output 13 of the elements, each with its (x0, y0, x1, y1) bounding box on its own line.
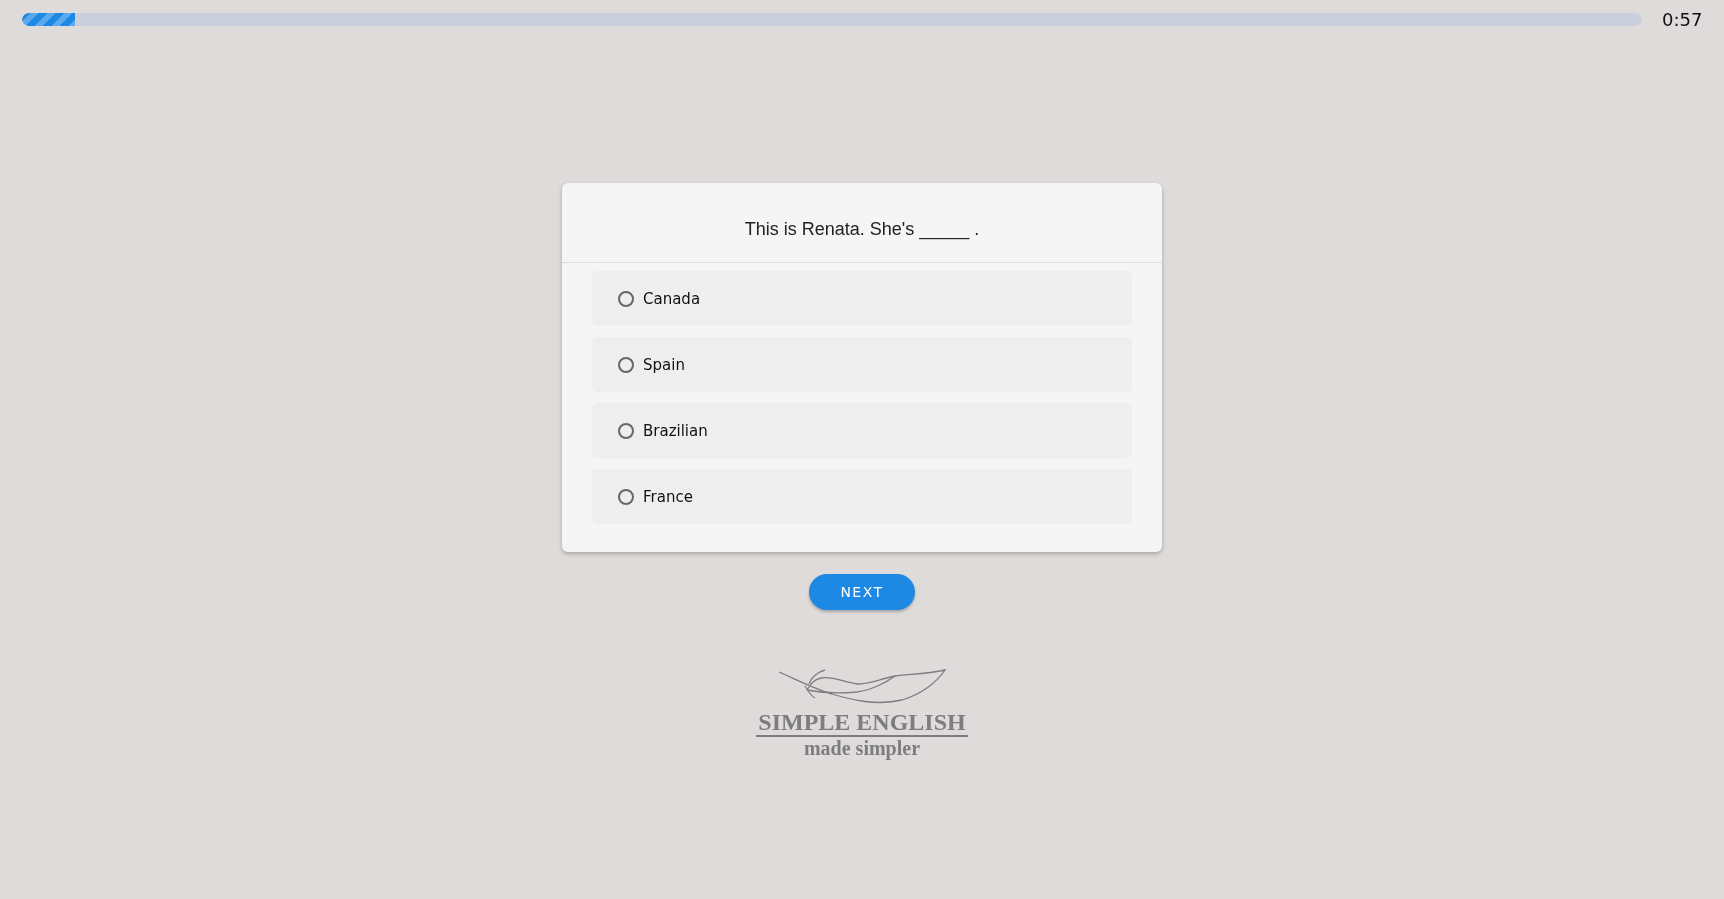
radio-icon (618, 488, 634, 505)
question-text: This is Renata. She's _____ . (562, 183, 1162, 263)
answer-option[interactable]: France (592, 469, 1132, 524)
answer-option[interactable]: Spain (592, 337, 1132, 392)
timer: 0:57 (1662, 9, 1704, 30)
logo-title: SIMPLE ENGLISH (756, 710, 968, 738)
answer-option[interactable]: Brazilian (592, 403, 1132, 458)
next-button[interactable]: NEXT (809, 574, 915, 610)
answer-option[interactable]: Canada (592, 271, 1132, 326)
logo-tagline: made simpler (803, 737, 921, 760)
radio-icon (618, 290, 634, 307)
radio-icon (618, 356, 634, 373)
radio-icon (618, 422, 634, 439)
